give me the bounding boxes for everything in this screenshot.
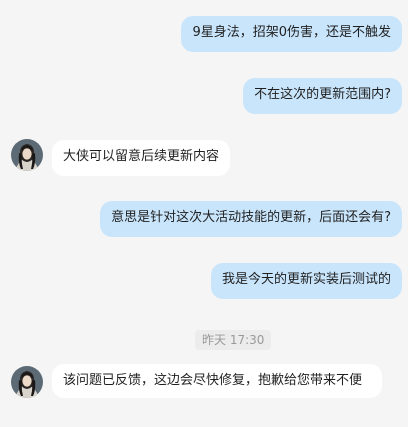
message-incoming: 该问题已反馈，这边会尽快修复，抱歉给您带来不便 xyxy=(52,364,382,398)
chat-thread: 9星身法，招架0伤害，还是不触发 不在这次的更新范围内? 大侠可以留意后续更新内… xyxy=(0,0,408,427)
avatar-icon xyxy=(11,139,43,171)
message-incoming: 大侠可以留意后续更新内容 xyxy=(52,140,231,176)
avatar-icon xyxy=(11,366,43,398)
timestamp-divider: 昨天 17:30 xyxy=(195,330,272,350)
message-outgoing: 不在这次的更新范围内? xyxy=(243,78,402,114)
message-outgoing: 意思是针对这次大活动技能的更新，后面还会有? xyxy=(100,201,402,237)
message-outgoing: 9星身法，招架0伤害，还是不触发 xyxy=(181,16,402,52)
message-outgoing: 我是今天的更新实装后测试的 xyxy=(210,263,402,299)
